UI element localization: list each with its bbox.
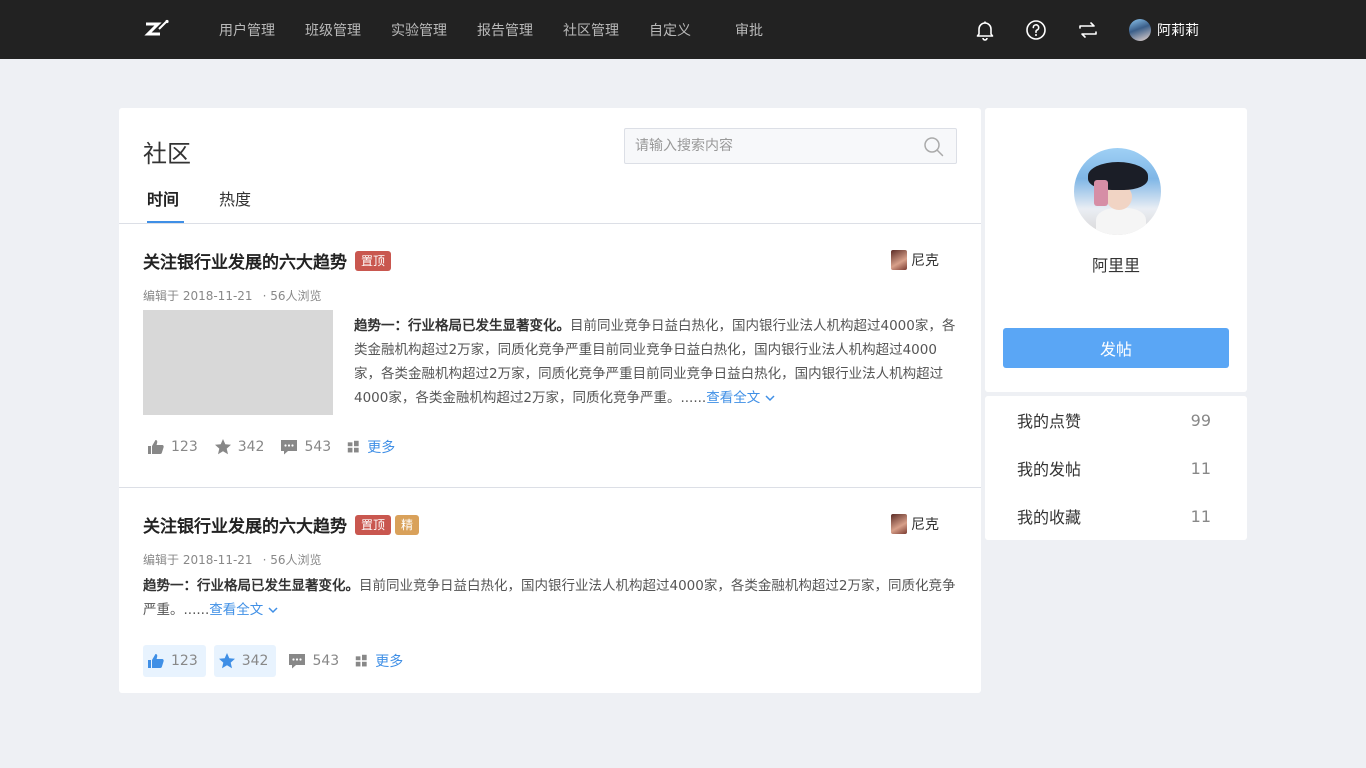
active-tab-indicator	[147, 221, 184, 223]
user-avatar	[1129, 19, 1151, 41]
post-title[interactable]: 关注银行业发展的六大趋势	[143, 512, 347, 537]
comment-icon	[289, 654, 306, 669]
more-button[interactable]: 更多	[343, 431, 399, 463]
post-views: · 56人浏览	[262, 289, 322, 303]
author-avatar	[891, 250, 907, 270]
author-name: 尼克	[911, 517, 939, 533]
post-meta: 编辑于 2018-11-21 · 56人浏览	[143, 287, 321, 304]
author-avatar	[891, 514, 907, 534]
stat-label: 我的收藏	[1017, 508, 1082, 527]
post-author[interactable]: 尼克	[891, 514, 939, 534]
excerpt-lead: 趋势一：行业格局已发生显著变化。	[143, 578, 359, 594]
stat-my-likes[interactable]: 我的点赞 99	[1017, 408, 1211, 432]
stat-value: 11	[1190, 458, 1211, 478]
star-icon	[218, 653, 235, 669]
profile-card: 阿里里 发帖	[985, 108, 1247, 392]
stat-my-favorites[interactable]: 我的收藏 11	[1017, 504, 1211, 528]
like-count: 123	[171, 439, 198, 455]
nav-item-experiments[interactable]: 实验管理	[391, 20, 447, 40]
profile-avatar[interactable]	[1074, 148, 1161, 235]
star-count: 342	[237, 439, 265, 455]
post-author[interactable]: 尼克	[891, 250, 939, 270]
user-name: 阿莉莉	[1157, 23, 1199, 39]
read-more-label: 查看全文	[209, 602, 264, 618]
comment-count: 543	[304, 439, 332, 455]
page-title: 社区	[143, 140, 191, 168]
chevron-down-icon	[765, 395, 775, 402]
tab-time[interactable]: 时间	[147, 186, 179, 210]
stat-my-posts[interactable]: 我的发帖 11	[1017, 456, 1211, 480]
post-actions: 123 342 543 更多	[143, 431, 407, 463]
profile-name: 阿里里	[1091, 256, 1140, 275]
tab-popularity[interactable]: 热度	[219, 186, 251, 210]
search-box	[624, 128, 957, 164]
author-name: 尼克	[911, 253, 939, 269]
favorite-button[interactable]: 342	[213, 645, 277, 677]
thumbs-up-icon	[148, 440, 164, 454]
comment-count: 543	[312, 653, 340, 669]
read-more-link[interactable]: 查看全文	[209, 602, 279, 618]
user-menu[interactable]: 阿莉莉	[1129, 19, 1199, 41]
read-more-link[interactable]: 查看全文	[706, 390, 776, 406]
post-title[interactable]: 关注银行业发展的六大趋势	[143, 248, 347, 273]
post-item: 关注银行业发展的六大趋势 置顶 尼克 编辑于 2018-11-21 · 56人浏览…	[119, 224, 981, 487]
post-views: · 56人浏览	[262, 553, 322, 567]
pinned-badge: 置顶	[355, 250, 392, 271]
more-button[interactable]: 更多	[351, 645, 407, 677]
post-thumbnail[interactable]	[143, 310, 333, 415]
comment-button[interactable]: 543	[284, 645, 343, 677]
pinned-badge: 置顶	[355, 514, 392, 535]
search-icon[interactable]	[923, 136, 944, 157]
user-stats-card: 我的点赞 99 我的发帖 11 我的收藏 11	[985, 396, 1247, 540]
post-item: 关注银行业发展的六大趋势 置顶 精 尼克 编辑于 2018-11-21 · 56人…	[119, 488, 981, 693]
more-label: 更多	[367, 440, 396, 456]
grid-icon	[355, 654, 367, 667]
like-button[interactable]: 123	[143, 645, 206, 677]
star-count: 342	[241, 653, 269, 669]
like-button[interactable]: 123	[143, 431, 202, 463]
main-nav: 用户管理 班级管理 实验管理 报告管理 社区管理 自定义 审批	[219, 0, 793, 59]
star-icon	[214, 439, 231, 455]
comment-button[interactable]: 543	[276, 431, 335, 463]
nav-item-approval[interactable]: 审批	[735, 20, 763, 40]
post-excerpt: 趋势一：行业格局已发生显著变化。目前同业竞争日益白热化，国内银行业法人机构超过4…	[143, 574, 958, 622]
read-more-label: 查看全文	[706, 390, 761, 406]
post-excerpt: 趋势一：行业格局已发生显著变化。目前同业竞争日益白热化，国内银行业法人机构超过4…	[354, 314, 957, 410]
stat-label: 我的点赞	[1017, 412, 1082, 431]
switch-icon[interactable]	[1077, 19, 1099, 41]
sort-tabs: 时间 热度	[119, 176, 981, 224]
bell-icon[interactable]	[974, 19, 996, 41]
nav-item-users[interactable]: 用户管理	[219, 20, 275, 40]
post-edited-date: 编辑于 2018-11-21	[143, 289, 253, 303]
help-icon[interactable]	[1025, 19, 1047, 41]
featured-badge: 精	[395, 514, 420, 535]
stat-value: 11	[1190, 506, 1211, 526]
stat-label: 我的发帖	[1017, 460, 1082, 479]
like-count: 123	[171, 653, 198, 669]
post-edited-date: 编辑于 2018-11-21	[143, 553, 253, 567]
nav-item-reports[interactable]: 报告管理	[477, 20, 533, 40]
post-actions: 123 342 543 更多	[143, 645, 415, 677]
favorite-button[interactable]: 342	[210, 431, 269, 463]
new-post-button[interactable]: 发帖	[1003, 328, 1229, 368]
thumbs-up-icon	[148, 654, 164, 668]
search-input[interactable]	[625, 129, 905, 163]
more-label: 更多	[375, 654, 404, 670]
comment-icon	[281, 440, 298, 455]
nav-item-classes[interactable]: 班级管理	[305, 20, 361, 40]
stat-value: 99	[1190, 410, 1211, 430]
grid-icon	[347, 440, 359, 453]
chevron-down-icon	[268, 607, 278, 614]
logo-icon[interactable]	[144, 19, 170, 39]
excerpt-lead: 趋势一：行业格局已发生显著变化。	[354, 318, 570, 334]
community-panel: 社区 时间 热度 关注银行业发展的六大趋势 置顶 尼克 编辑于 2018-11-…	[119, 108, 981, 693]
nav-item-community[interactable]: 社区管理	[563, 20, 619, 40]
nav-item-custom[interactable]: 自定义	[649, 20, 691, 40]
top-navbar: 用户管理 班级管理 实验管理 报告管理 社区管理 自定义 审批 阿莉莉	[0, 0, 1366, 59]
post-meta: 编辑于 2018-11-21 · 56人浏览	[143, 551, 321, 568]
